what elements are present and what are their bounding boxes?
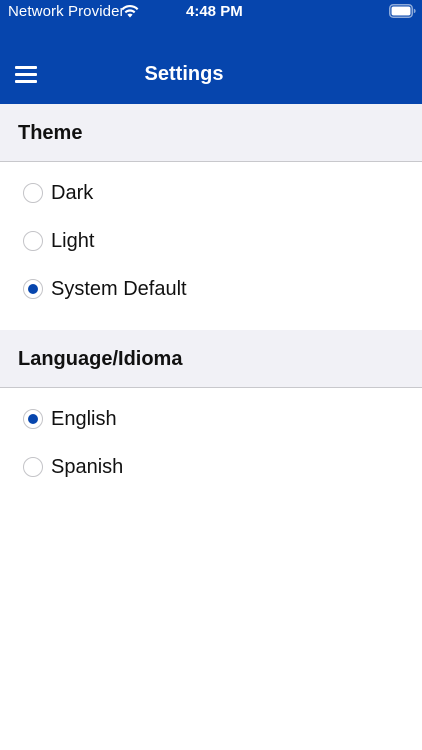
status-time: 4:48 PM [186, 3, 243, 20]
option-label: Light [51, 230, 95, 252]
settings-screen: Network Provider 4:48 PM Settings Theme … [0, 0, 422, 750]
language-option-english[interactable]: English [0, 396, 422, 444]
radio-button[interactable] [23, 457, 43, 477]
option-label: System Default [51, 278, 187, 300]
section-header-theme: Theme [0, 104, 422, 162]
status-bar: Network Provider 4:48 PM [0, 0, 422, 26]
theme-option-dark[interactable]: Dark [0, 170, 422, 218]
section-title: Theme [18, 122, 83, 144]
wifi-icon [121, 4, 139, 18]
navigation-bar: Settings [0, 44, 422, 104]
radio-button-selected[interactable] [23, 279, 43, 299]
carrier-name: Network Provider [8, 3, 125, 20]
option-label: Dark [51, 182, 94, 204]
radio-button[interactable] [23, 231, 43, 251]
radio-button[interactable] [23, 183, 43, 203]
option-label: English [51, 408, 117, 430]
app-header: Network Provider 4:48 PM Settings [0, 0, 422, 104]
radio-selected-dot [27, 283, 38, 294]
radio-selected-dot [27, 413, 38, 424]
option-label: Spanish [51, 456, 124, 478]
battery-icon [389, 4, 416, 18]
radio-button-selected[interactable] [23, 409, 43, 429]
page-title: Settings [144, 63, 224, 85]
theme-option-light[interactable]: Light [0, 218, 422, 266]
section-header-language: Language/Idioma [0, 330, 422, 388]
section-title: Language/Idioma [18, 348, 183, 370]
theme-option-system-default[interactable]: System Default [0, 266, 422, 314]
language-option-spanish[interactable]: Spanish [0, 444, 422, 492]
